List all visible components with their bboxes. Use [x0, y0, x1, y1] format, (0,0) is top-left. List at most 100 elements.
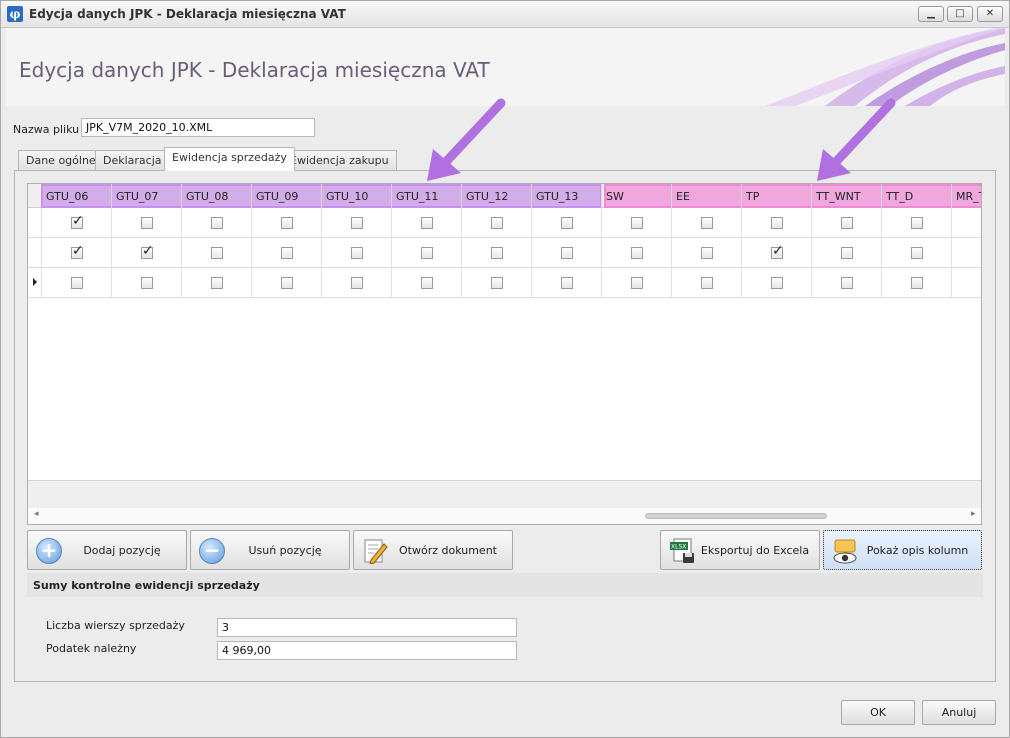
title-bar[interactable]: φ Edycja danych JPK - Deklaracja miesięc… [1, 1, 1009, 28]
checkbox-gtu-11[interactable] [421, 247, 433, 259]
checkbox-gtu-13[interactable] [561, 247, 573, 259]
tab-ewidencja-sprzedazy[interactable]: Ewidencja sprzedaży [164, 147, 295, 171]
grid-cell[interactable] [392, 268, 462, 298]
checkbox-gtu-08[interactable] [211, 247, 223, 259]
maximize-button[interactable]: □ [947, 6, 973, 22]
grid-cell[interactable] [252, 238, 322, 268]
grid-cell[interactable] [812, 268, 882, 298]
grid-cell[interactable] [602, 268, 672, 298]
grid-cell[interactable] [952, 238, 981, 268]
checkbox-gtu-08[interactable] [211, 217, 223, 229]
show-column-description-button[interactable]: Pokaż opis kolumn [823, 530, 982, 570]
checkbox-tp[interactable] [771, 277, 783, 289]
grid-cell[interactable] [322, 208, 392, 238]
checkbox-gtu-10[interactable] [351, 277, 363, 289]
grid-cell[interactable] [392, 208, 462, 238]
grid-cell[interactable] [532, 208, 602, 238]
table-row[interactable] [28, 238, 981, 268]
checkbox-gtu-06[interactable] [71, 213, 84, 229]
grid-cell[interactable] [392, 238, 462, 268]
checkbox-tt-wnt[interactable] [841, 277, 853, 289]
checkbox-gtu-07[interactable] [141, 217, 153, 229]
scroll-thumb[interactable] [645, 513, 827, 519]
table-row[interactable] [28, 268, 981, 298]
checkbox-tt-wnt[interactable] [841, 247, 853, 259]
checkbox-gtu-13[interactable] [561, 217, 573, 229]
tab-deklaracja[interactable]: Deklaracja [95, 150, 170, 170]
scroll-right-icon[interactable]: ▸ [971, 509, 976, 519]
minimize-button[interactable]: ▁ [918, 6, 944, 22]
row-selector[interactable] [28, 268, 42, 298]
add-position-button[interactable]: + Dodaj pozycję [27, 530, 187, 570]
grid-cell[interactable] [742, 238, 812, 268]
grid-cell[interactable] [462, 268, 532, 298]
grid-cell[interactable] [532, 268, 602, 298]
checkbox-gtu-09[interactable] [281, 217, 293, 229]
column-header-gtu-10[interactable]: GTU_10 [322, 184, 392, 208]
tax-due-field[interactable]: 4 969,00 [217, 641, 517, 660]
column-header-tt-wnt[interactable]: TT_WNT [812, 184, 882, 208]
checkbox-gtu-12[interactable] [491, 277, 503, 289]
column-header-sw[interactable]: SW [602, 184, 672, 208]
checkbox-gtu-11[interactable] [421, 217, 433, 229]
checkbox-sw[interactable] [631, 247, 643, 259]
checkbox-ee[interactable] [701, 217, 713, 229]
checkbox-gtu-12[interactable] [491, 217, 503, 229]
checkbox-gtu-08[interactable] [211, 277, 223, 289]
checkbox-gtu-12[interactable] [491, 247, 503, 259]
grid-cell[interactable] [252, 208, 322, 238]
column-header-gtu-08[interactable]: GTU_08 [182, 184, 252, 208]
grid-cell[interactable] [462, 238, 532, 268]
cancel-button[interactable]: Anuluj [922, 700, 996, 725]
scroll-left-icon[interactable]: ◂ [34, 509, 39, 519]
column-header-gtu-13[interactable]: GTU_13 [532, 184, 602, 208]
grid-cell[interactable] [742, 268, 812, 298]
checkbox-gtu-07[interactable] [141, 243, 154, 259]
rows-count-field[interactable]: 3 [217, 618, 517, 637]
checkbox-sw[interactable] [631, 217, 643, 229]
column-header-gtu-06[interactable]: GTU_06 [42, 184, 112, 208]
grid-cell[interactable] [462, 208, 532, 238]
grid-cell[interactable] [602, 208, 672, 238]
grid-cell[interactable] [112, 268, 182, 298]
row-selector[interactable] [28, 238, 42, 268]
open-document-button[interactable]: Otwórz dokument [353, 530, 513, 570]
column-header-ee[interactable]: EE [672, 184, 742, 208]
ok-button[interactable]: OK [841, 700, 915, 725]
checkbox-sw[interactable] [631, 277, 643, 289]
column-header-gtu-09[interactable]: GTU_09 [252, 184, 322, 208]
checkbox-tt-d[interactable] [911, 217, 923, 229]
grid-cell[interactable] [952, 268, 981, 298]
column-header-tt-d[interactable]: TT_D [882, 184, 952, 208]
checkbox-tt-d[interactable] [911, 247, 923, 259]
grid-cell[interactable] [602, 238, 672, 268]
checkbox-gtu-13[interactable] [561, 277, 573, 289]
grid-cell[interactable] [882, 238, 952, 268]
grid-cell[interactable] [812, 208, 882, 238]
horizontal-scrollbar[interactable]: ◂ ▸ [28, 508, 981, 524]
checkbox-tp[interactable] [771, 217, 783, 229]
checkbox-gtu-07[interactable] [141, 277, 153, 289]
column-header-gtu-07[interactable]: GTU_07 [112, 184, 182, 208]
grid-cell[interactable] [42, 208, 112, 238]
grid-cell[interactable] [42, 268, 112, 298]
grid-cell[interactable] [182, 268, 252, 298]
checkbox-gtu-10[interactable] [351, 217, 363, 229]
grid-cell[interactable] [672, 238, 742, 268]
remove-position-button[interactable]: − Usuń pozycję [190, 530, 350, 570]
grid-cell[interactable] [182, 238, 252, 268]
checkbox-ee[interactable] [701, 277, 713, 289]
column-header-gtu-12[interactable]: GTU_12 [462, 184, 532, 208]
column-header-mr-t[interactable]: MR_T [952, 184, 981, 208]
table-row[interactable] [28, 208, 981, 238]
close-button[interactable]: ✕ [977, 6, 1003, 22]
file-name-field[interactable]: JPK_V7M_2020_10.XML [81, 118, 315, 137]
checkbox-gtu-06[interactable] [71, 243, 84, 259]
grid-cell[interactable] [672, 208, 742, 238]
row-selector[interactable] [28, 208, 42, 238]
column-header-gtu-11[interactable]: GTU_11 [392, 184, 462, 208]
grid-cell[interactable] [952, 208, 981, 238]
checkbox-tt-d[interactable] [911, 277, 923, 289]
grid-cell[interactable] [672, 268, 742, 298]
grid-cell[interactable] [882, 208, 952, 238]
